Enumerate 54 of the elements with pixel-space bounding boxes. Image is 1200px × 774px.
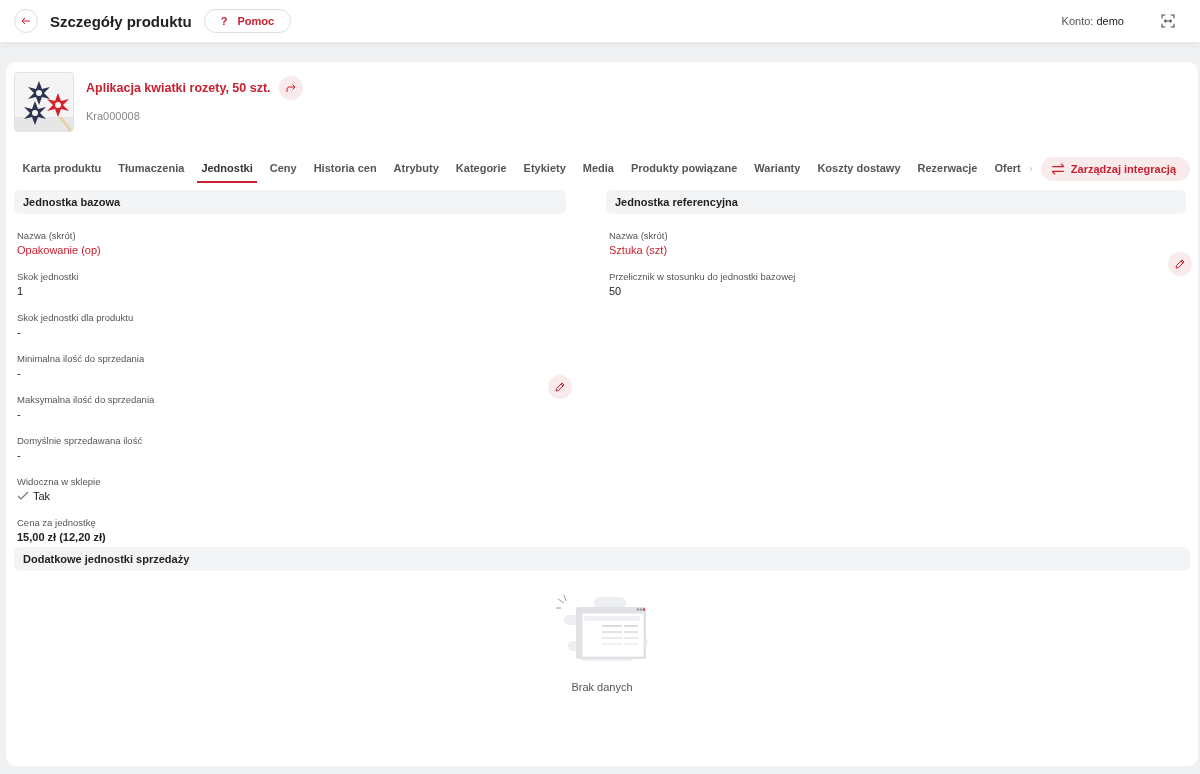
tab[interactable]: Koszty dostawy: [813, 155, 905, 183]
help-button[interactable]: ? Pomoc: [203, 9, 292, 33]
section-header: Jednostka bazowa: [14, 190, 566, 214]
check-icon: [17, 491, 29, 501]
tab[interactable]: Media: [578, 155, 618, 183]
tab[interactable]: Ofert: [990, 155, 1025, 183]
page-title: Szczegóły produktu: [50, 12, 192, 30]
field-value: 1: [17, 285, 25, 297]
field-value: -: [17, 449, 22, 461]
manage-integration-button[interactable]: Zarządzaj integracją: [1040, 157, 1190, 181]
field-value: -: [17, 367, 22, 379]
field-label: Domyślnie sprzedawana ilość: [17, 435, 144, 446]
field-value: -: [17, 326, 22, 338]
field-label: Cena za jednostkę: [17, 517, 97, 528]
tab[interactable]: Atrybuty: [389, 155, 443, 183]
tab[interactable]: Ceny: [265, 155, 301, 183]
swap-arrows-icon: [1050, 163, 1065, 175]
field-label: Nazwa (skrót): [17, 230, 77, 241]
pencil-icon: [1174, 257, 1186, 270]
tab[interactable]: Kategorie: [451, 155, 511, 183]
field-label: Widoczna w sklepie: [17, 476, 102, 487]
empty-state-text: Brak danych: [571, 681, 633, 693]
field-value: -: [17, 408, 22, 420]
tab[interactable]: Produkty powiązane: [627, 155, 742, 183]
field-value: Opakowanie (op): [17, 244, 102, 256]
account-label: Konto: demo: [1061, 15, 1124, 27]
arrow-left-icon: [20, 15, 32, 27]
field-value: Tak: [33, 490, 51, 502]
field-label: Nazwa (skrót): [609, 230, 669, 241]
tab[interactable]: Karta produktu: [18, 155, 106, 183]
fullscreen-icon[interactable]: [1160, 13, 1176, 29]
section-header: Dodatkowe jednostki sprzedaży: [14, 547, 1190, 571]
tab[interactable]: Tłumaczenia: [114, 155, 189, 183]
tab[interactable]: Etykiety: [519, 155, 570, 183]
section-header: Jednostka referencyjna: [606, 190, 1186, 214]
field-label: Skok jednostki dla produktu: [17, 312, 135, 323]
product-code: Kra000008: [86, 110, 141, 122]
tab[interactable]: Jednostki: [197, 155, 257, 183]
edit-button[interactable]: [1168, 251, 1192, 276]
field-value: 15,00 zł (12,20 zł): [17, 531, 107, 543]
product-name: Aplikacja kwiatki rozety, 50 szt.: [86, 81, 271, 95]
tab[interactable]: Historia cen: [309, 155, 381, 183]
field-label: Minimalna ilość do sprzedania: [17, 353, 146, 364]
pencil-icon: [554, 380, 566, 393]
field-label: Skok jednostki: [17, 271, 80, 282]
field-label: Przelicznik w stosunku do jednostki bazowej: [609, 271, 797, 282]
share-arrow-icon: [284, 82, 297, 94]
field-value: 50: [609, 285, 623, 297]
share-button[interactable]: [278, 76, 303, 100]
tab[interactable]: Warianty: [750, 155, 805, 183]
field-label: Maksymalna ilość do sprzedania: [17, 394, 156, 405]
tab[interactable]: Rezerwacje: [913, 155, 982, 183]
field-value: Sztuka (szt): [609, 244, 669, 256]
edit-button[interactable]: [548, 374, 572, 399]
